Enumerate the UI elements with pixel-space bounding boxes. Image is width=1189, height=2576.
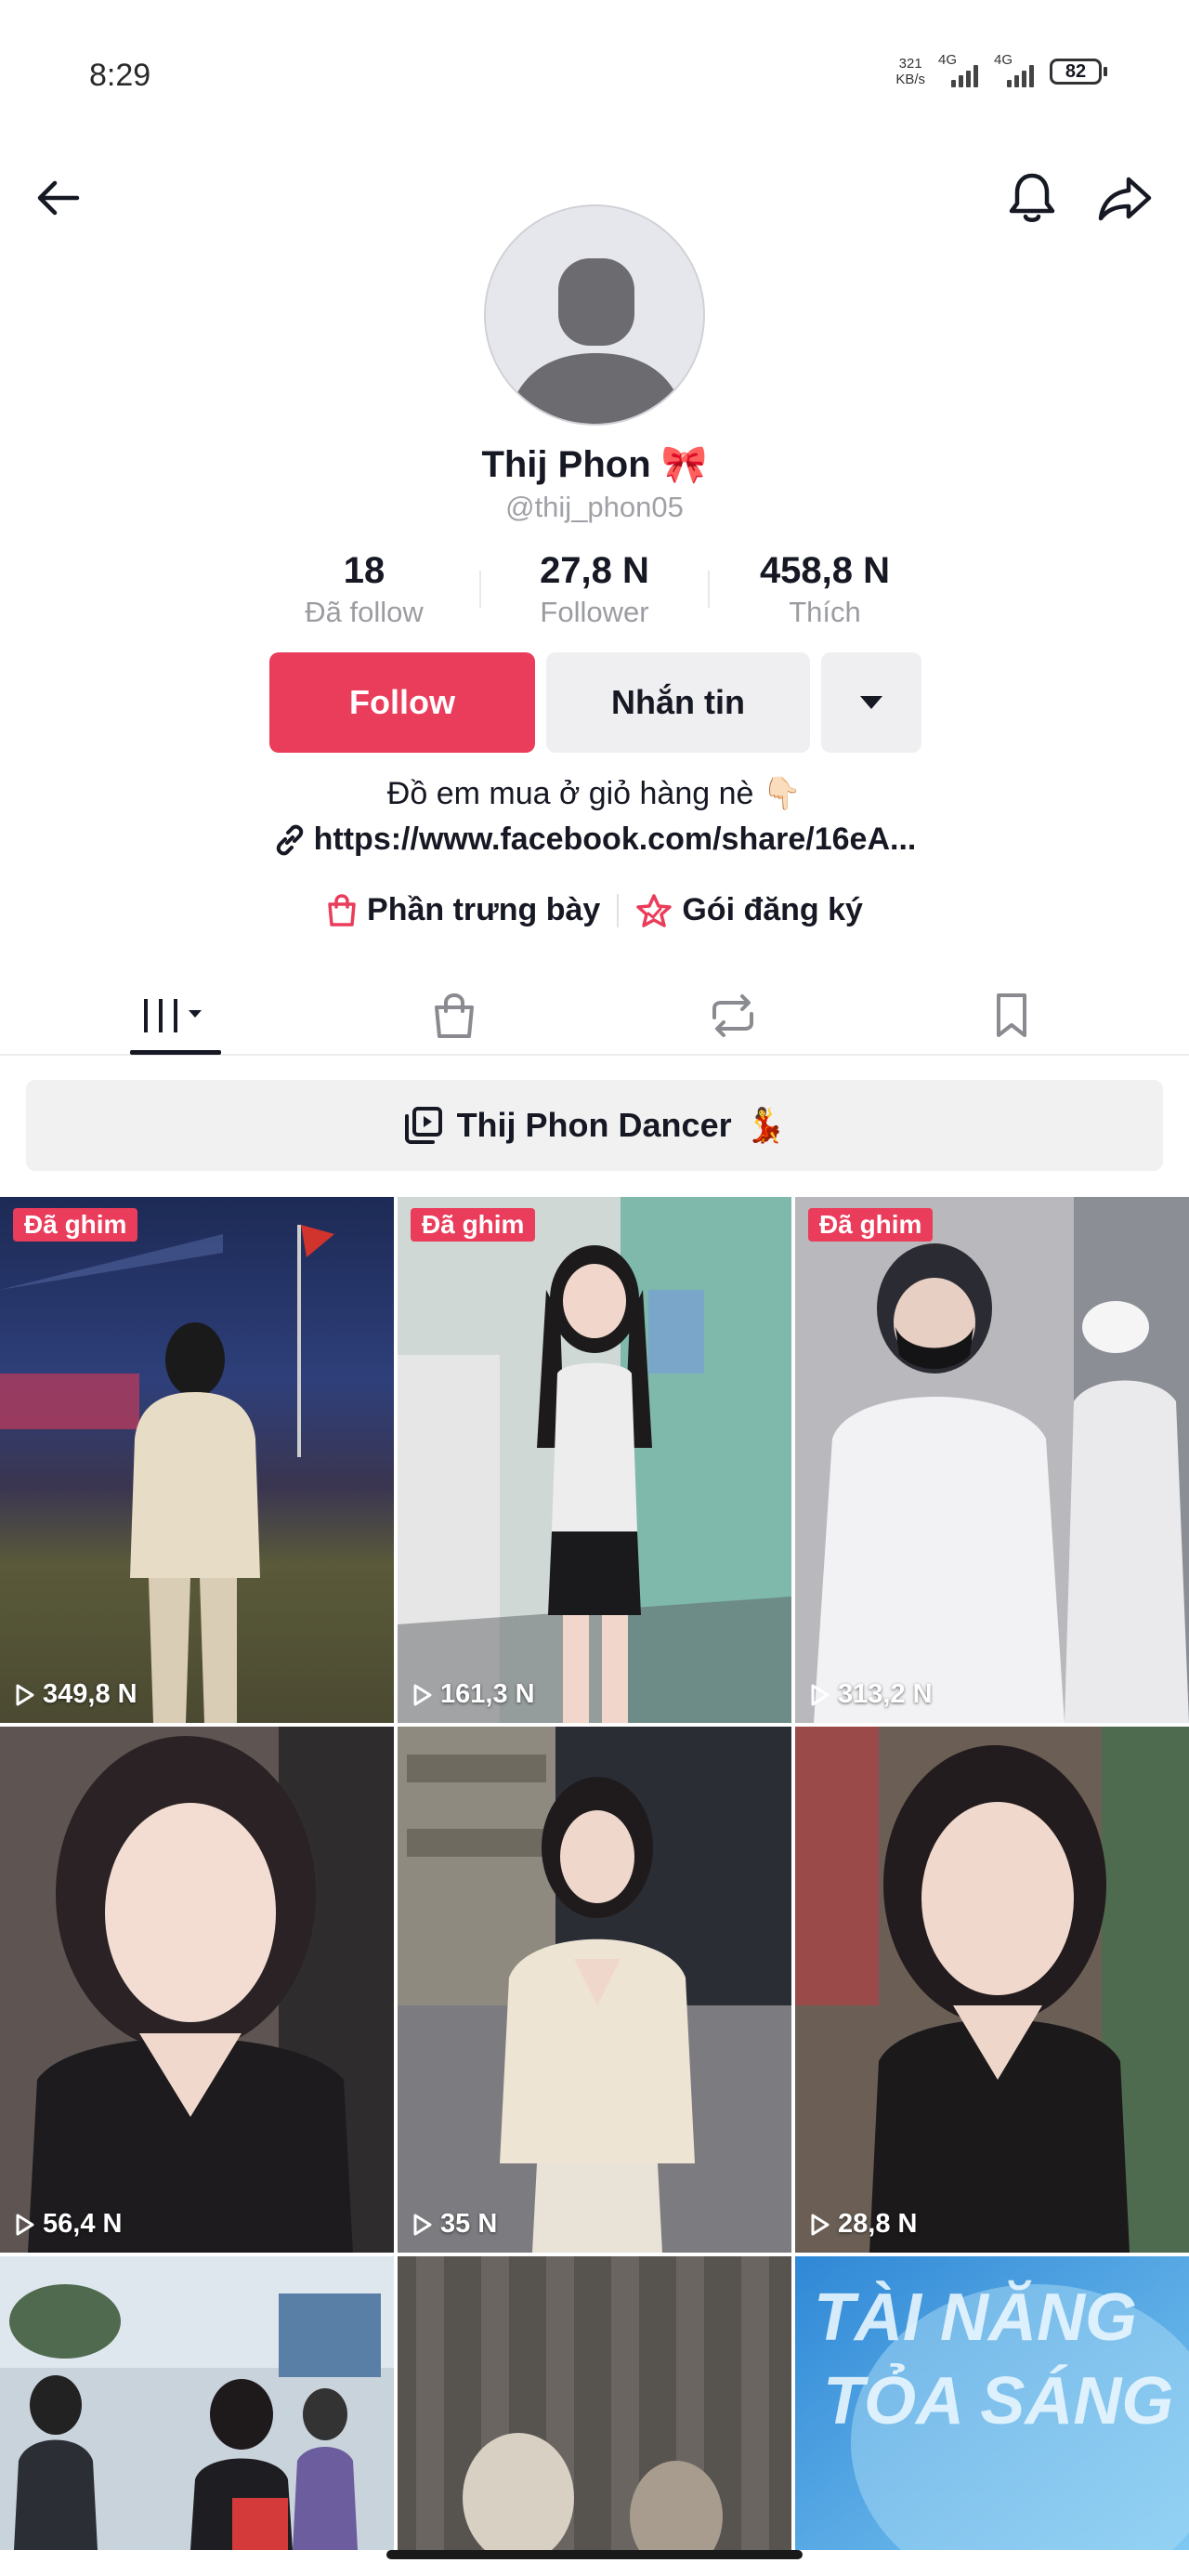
profile-bio: Đồ em mua ở giỏ hàng nè 👇🏻	[386, 776, 803, 811]
stat-following[interactable]: 18 Đã follow	[257, 550, 471, 629]
video-tile[interactable]: Đã ghim 161,3 N	[398, 1197, 791, 1723]
video-tile[interactable]	[0, 2256, 394, 2550]
caret-down-icon	[860, 696, 882, 709]
repost-icon	[712, 994, 753, 1037]
subscription-chip[interactable]: Gói đăng ký	[635, 892, 863, 928]
overlay-text: TÀI NĂNG	[814, 2280, 1137, 2355]
link-icon	[276, 824, 303, 855]
pinned-badge: Đã ghim	[13, 1208, 138, 1242]
status-indicators: 321 KB/s 4G 4G 82	[895, 52, 1107, 87]
back-button[interactable]	[26, 165, 91, 230]
video-tile[interactable]: 35 N	[398, 1727, 791, 2253]
profile-actions: Follow Nhắn tin	[269, 652, 921, 753]
video-thumbnail	[795, 1197, 1189, 1723]
pinned-badge: Đã ghim	[411, 1208, 536, 1242]
active-tab-indicator	[130, 1050, 221, 1055]
view-count: 161,3 N	[412, 1679, 535, 1710]
shopping-bag-icon	[435, 992, 474, 1038]
video-tile[interactable]: Đã ghim 313,2 N	[795, 1197, 1189, 1723]
avatar[interactable]	[484, 204, 705, 426]
stat-likes[interactable]: 458,8 N Thích	[718, 550, 932, 629]
video-thumbnail	[398, 1197, 791, 1723]
view-count: 56,4 N	[15, 2209, 122, 2240]
profile-stats: 18 Đã follow 27,8 N Follower 458,8 N Thí…	[0, 550, 1189, 634]
stat-divider	[708, 571, 710, 608]
tab-videos[interactable]	[115, 976, 236, 1056]
bow-emoji: 🎀	[660, 444, 708, 485]
notification-button[interactable]	[1000, 165, 1065, 230]
network-speed: 321 KB/s	[895, 56, 925, 87]
stat-followers[interactable]: 27,8 N Follower	[488, 550, 701, 629]
stat-divider	[479, 571, 481, 608]
playlist-button[interactable]: Thij Phon Dancer 💃	[26, 1080, 1163, 1171]
video-tile[interactable]	[398, 2256, 791, 2550]
view-count: 349,8 N	[15, 1679, 137, 1710]
video-thumbnail	[398, 2256, 791, 2550]
showcase-chip[interactable]: Phần trưng bày	[326, 892, 600, 928]
play-outline-icon	[16, 2214, 34, 2235]
share-button[interactable]	[1092, 165, 1157, 230]
back-arrow-icon	[37, 180, 80, 216]
play-outline-icon	[16, 1684, 34, 1705]
video-thumbnail	[795, 1727, 1189, 2253]
video-tile[interactable]: 56,4 N	[0, 1727, 394, 2253]
video-tile[interactable]: TÀI NĂNG TỎA SÁNG	[795, 2256, 1189, 2550]
view-count: 35 N	[412, 2209, 497, 2240]
tab-reposts[interactable]	[673, 976, 793, 1056]
profile-tabs	[0, 976, 1189, 1056]
video-thumbnail: TÀI NĂNG TỎA SÁNG	[795, 2256, 1189, 2550]
message-button[interactable]: Nhắn tin	[546, 652, 810, 753]
home-indicator[interactable]	[386, 2550, 803, 2559]
video-thumbnail	[0, 1727, 394, 2253]
status-time: 8:29	[89, 58, 151, 93]
shopping-bag-icon	[328, 893, 356, 927]
profile-username: @thij_phon05	[505, 491, 684, 523]
play-outline-icon	[811, 1684, 830, 1705]
battery-icon: 82	[1050, 59, 1107, 85]
share-icon	[1098, 177, 1152, 221]
more-dropdown-button[interactable]	[821, 652, 921, 753]
tab-saved[interactable]	[951, 976, 1072, 1056]
play-outline-icon	[413, 2214, 432, 2235]
bio-link[interactable]: https://www.facebook.com/share/16eA...	[0, 821, 1189, 858]
dancer-emoji: 💃	[744, 1106, 787, 1144]
star-badge-icon	[636, 893, 673, 927]
profile-chips: Phần trưng bày Gói đăng ký	[0, 892, 1189, 928]
pinned-badge: Đã ghim	[808, 1208, 934, 1242]
follow-button[interactable]: Follow	[269, 652, 535, 753]
playlist-icon	[404, 1107, 442, 1144]
grid-menu-icon	[144, 999, 202, 1032]
status-bar: 8:29 321 KB/s 4G 4G 82	[0, 0, 1189, 139]
overlay-text: TỎA SÁNG	[823, 2363, 1173, 2438]
play-outline-icon	[811, 2214, 830, 2235]
view-count: 313,2 N	[810, 1679, 933, 1710]
profile-name: Thij Phon 🎀	[481, 444, 708, 485]
bell-icon	[1009, 173, 1055, 222]
video-thumbnail	[0, 2256, 394, 2550]
view-count: 28,8 N	[810, 2209, 917, 2240]
signal-icon: 4G	[938, 52, 981, 87]
signal-icon: 4G	[994, 52, 1037, 87]
video-tile[interactable]: 28,8 N	[795, 1727, 1189, 2253]
play-outline-icon	[413, 1684, 432, 1705]
bookmark-icon	[997, 993, 1026, 1037]
chip-divider	[617, 893, 620, 927]
tab-shop[interactable]	[394, 976, 515, 1056]
video-tile[interactable]: Đã ghim 349,8 N	[0, 1197, 394, 1723]
video-thumbnail	[398, 1727, 791, 2253]
default-avatar-icon	[486, 206, 703, 424]
video-thumbnail	[0, 1197, 394, 1723]
